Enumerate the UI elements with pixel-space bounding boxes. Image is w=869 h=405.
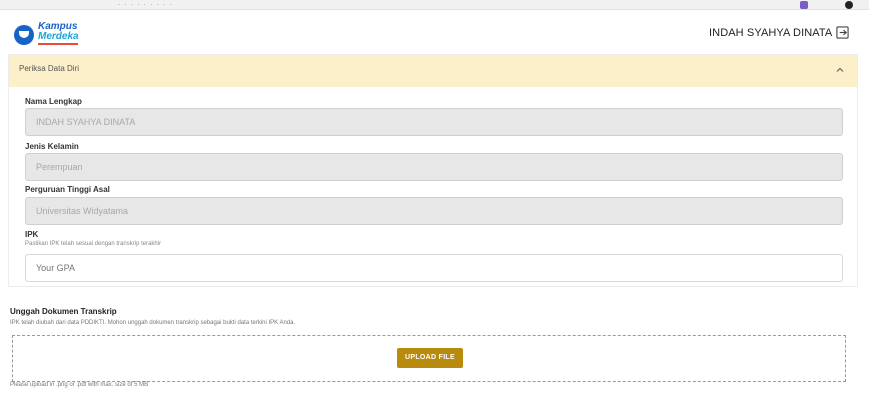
chevron-up-icon[interactable]: [835, 65, 845, 75]
app-header: Kampus Merdeka INDAH SYAHYA DINATA: [0, 10, 869, 54]
extension-icon[interactable]: [800, 1, 808, 9]
full-name-field: INDAH SYAHYA DINATA: [25, 108, 843, 136]
upload-file-button[interactable]: UPLOAD FILE: [397, 348, 463, 368]
transcript-upload-section: Unggah Dokumen Transkrip IPK telah diuba…: [0, 300, 869, 405]
university-field: Universitas Widyatama: [25, 197, 843, 225]
profile-icon[interactable]: [845, 1, 853, 9]
panel-header[interactable]: Periksa Data Diri: [9, 55, 857, 87]
data-verification-panel: Periksa Data Diri Nama Lengkap INDAH SYA…: [8, 54, 858, 287]
upload-description: IPK telah diubah dari data PDDIKTI. Moho…: [10, 320, 296, 326]
logout-icon[interactable]: [836, 26, 849, 39]
upload-hint: Please upload in .png or .pdf with max. …: [10, 382, 149, 388]
gpa-input[interactable]: [25, 254, 843, 282]
full-name-label: Nama Lengkap: [25, 97, 82, 106]
logo-text-line2: Merdeka: [38, 31, 79, 42]
upload-title: Unggah Dokumen Transkrip: [10, 307, 117, 316]
university-label: Perguruan Tinggi Asal: [25, 185, 110, 194]
logo-emblem-icon: [14, 25, 34, 45]
kampus-merdeka-logo[interactable]: Kampus Merdeka: [14, 21, 86, 47]
ipk-help-text: Pastikan IPK telah sesuai dengan transkr…: [25, 241, 162, 247]
gender-label: Jenis Kelamin: [25, 142, 79, 151]
browser-toolbar-strip: · · · · · · · · ·: [0, 0, 869, 10]
gender-field: Perempuan: [25, 153, 843, 181]
user-name: INDAH SYAHYA DINATA: [709, 27, 833, 39]
browser-url-fragment: · · · · · · · · ·: [118, 1, 173, 9]
logo-underline: [38, 43, 78, 45]
panel-title: Periksa Data Diri: [19, 64, 80, 73]
ipk-label: IPK: [25, 230, 39, 239]
file-dropzone[interactable]: UPLOAD FILE: [12, 335, 846, 382]
